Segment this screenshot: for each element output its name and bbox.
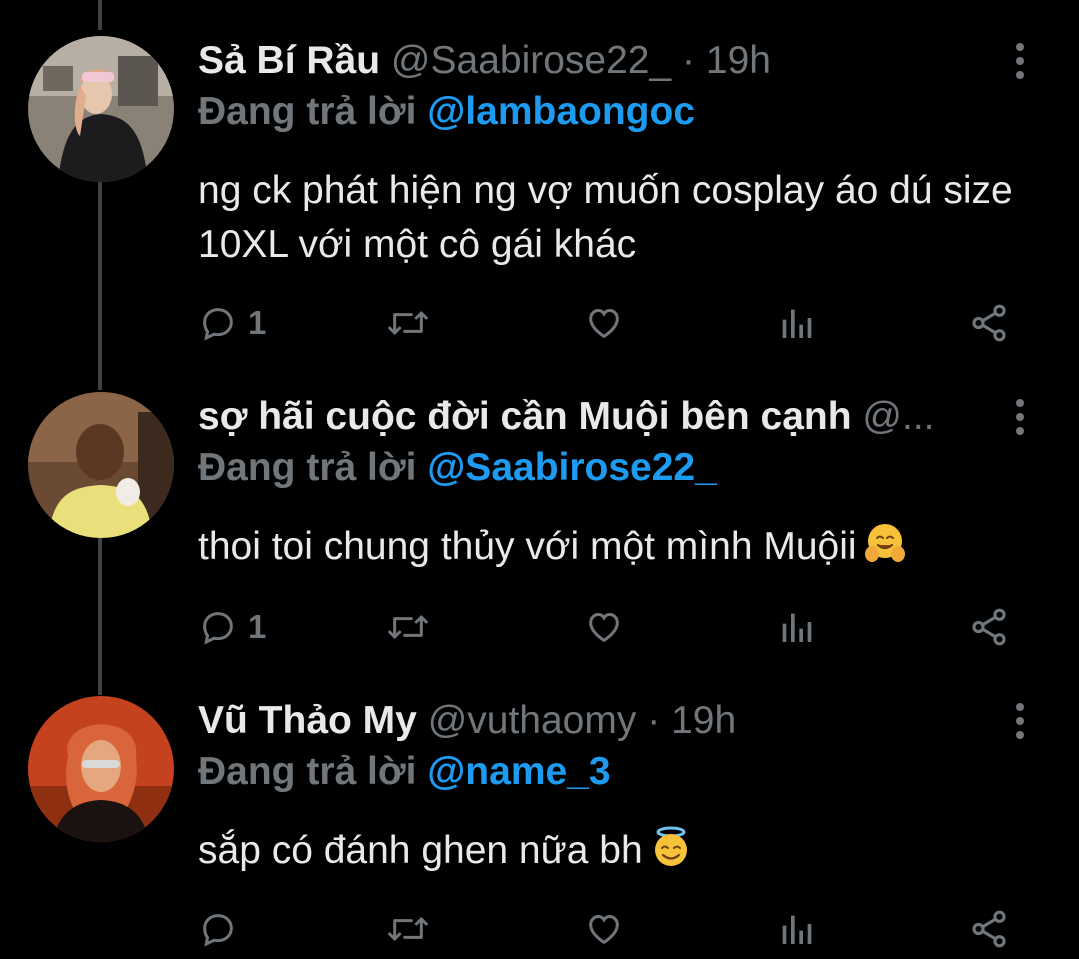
tweet-text-content: sắp có đánh ghen nữa bh xyxy=(198,829,643,872)
tweet-header: sợ hãi cuộc đời cần Muội bên cạnh @... xyxy=(198,392,989,442)
like-button[interactable] xyxy=(582,602,626,652)
analytics-icon xyxy=(782,613,812,642)
heart-icon xyxy=(589,914,619,945)
replying-to: Đang trả lời @lambaongoc xyxy=(198,88,695,136)
tweet-1[interactable]: Sả Bí Rầu @Saabirose22_ · 19h Đang trả l… xyxy=(0,36,1079,366)
reply-button[interactable] xyxy=(198,904,248,954)
tweet-text: ng ck phát hiện ng vợ muốn cosplay áo dú… xyxy=(198,164,1048,272)
reply-icon xyxy=(203,612,233,645)
tweet-text: thoi toi chung thủy với một mình Muộii xyxy=(198,520,1048,574)
replying-mention-link[interactable]: @Saabirose22_ xyxy=(427,446,717,489)
more-vertical-icon[interactable] xyxy=(1005,38,1035,84)
tweet-3[interactable]: Vũ Thảo My @vuthaomy · 19h Đang trả lời … xyxy=(0,696,1079,959)
avatar[interactable] xyxy=(28,36,174,182)
share-button[interactable] xyxy=(968,904,1010,954)
like-button[interactable] xyxy=(582,904,626,954)
views-button[interactable] xyxy=(776,904,816,954)
more-vertical-icon[interactable] xyxy=(1005,698,1035,744)
username[interactable]: @vuthaomy xyxy=(428,699,637,742)
reply-button[interactable]: 1 xyxy=(198,298,266,348)
replying-mention-link[interactable]: @lambaongoc xyxy=(427,90,695,133)
more-vertical-icon[interactable] xyxy=(1005,394,1035,440)
replying-to: Đang trả lời @Saabirose22_ xyxy=(198,444,717,492)
views-button[interactable] xyxy=(776,298,816,348)
share-button[interactable] xyxy=(968,298,1010,348)
timestamp[interactable]: 19h xyxy=(671,699,736,742)
retweet-icon xyxy=(388,311,428,335)
replying-label: Đang trả lời xyxy=(198,446,417,489)
avatar[interactable] xyxy=(28,392,174,538)
separator-dot: · xyxy=(647,699,661,742)
username[interactable]: @Saabirose22_ xyxy=(391,39,671,82)
tweet-header: Sả Bí Rầu @Saabirose22_ · 19h xyxy=(198,36,989,86)
retweet-button[interactable] xyxy=(386,602,430,652)
timestamp[interactable]: 19h xyxy=(706,39,771,82)
tweet-actions: 1 xyxy=(198,602,1028,652)
reply-button[interactable]: 1 xyxy=(198,602,266,652)
tweet-text-content: thoi toi chung thủy với một mình Muộii xyxy=(198,525,857,568)
replying-label: Đang trả lời xyxy=(198,90,417,133)
retweet-icon xyxy=(388,615,428,639)
display-name[interactable]: sợ hãi cuộc đời cần Muội bên cạnh xyxy=(198,395,852,438)
reply-icon xyxy=(203,308,233,341)
display-name[interactable]: Sả Bí Rầu xyxy=(198,39,380,82)
smiling-face-with-halo-emoji xyxy=(654,826,687,866)
reply-count: 1 xyxy=(248,304,267,341)
analytics-icon xyxy=(782,915,812,944)
replying-label: Đang trả lời xyxy=(198,750,417,793)
share-button[interactable] xyxy=(968,602,1010,652)
views-button[interactable] xyxy=(776,602,816,652)
username[interactable]: @... xyxy=(862,395,934,438)
heart-icon xyxy=(589,612,619,643)
tweet-text: sắp có đánh ghen nữa bh xyxy=(198,824,1048,878)
share-icon xyxy=(972,608,1006,646)
reply-count: 1 xyxy=(248,608,267,645)
tweet-text-content: ng ck phát hiện ng vợ muốn cosplay áo dú… xyxy=(198,169,1013,266)
thread-line-top xyxy=(98,0,102,30)
heart-icon xyxy=(589,308,619,339)
share-icon xyxy=(972,910,1006,948)
tweet-header: Vũ Thảo My @vuthaomy · 19h xyxy=(198,696,989,746)
tweet-actions xyxy=(198,904,1028,954)
retweet-button[interactable] xyxy=(386,904,430,954)
avatar[interactable] xyxy=(28,696,174,842)
retweet-button[interactable] xyxy=(386,298,430,348)
reply-icon xyxy=(203,914,233,947)
tweet-2[interactable]: sợ hãi cuộc đời cần Muội bên cạnh @... Đ… xyxy=(0,392,1079,692)
analytics-icon xyxy=(782,309,812,338)
retweet-icon xyxy=(388,917,428,941)
share-icon xyxy=(972,304,1006,342)
separator-dot: · xyxy=(682,39,696,82)
display-name[interactable]: Vũ Thảo My xyxy=(198,699,417,742)
replying-to: Đang trả lời @name_3 xyxy=(198,748,611,796)
tweet-actions: 1 xyxy=(198,298,1028,348)
like-button[interactable] xyxy=(582,298,626,348)
hugging-face-emoji xyxy=(864,524,905,562)
replying-mention-link[interactable]: @name_3 xyxy=(427,750,610,793)
